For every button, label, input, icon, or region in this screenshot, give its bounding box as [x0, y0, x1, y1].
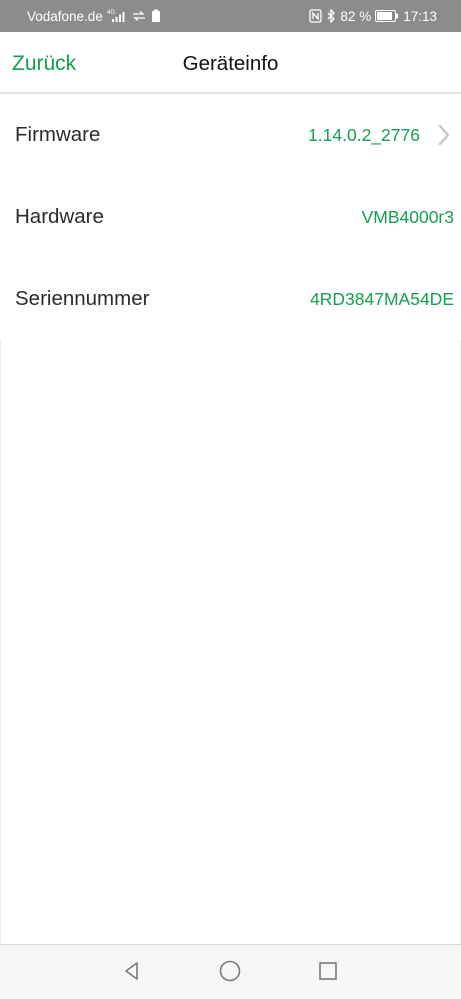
- nav-back-button[interactable]: [119, 958, 145, 984]
- hardware-row: Hardware VMB4000r3: [0, 176, 461, 258]
- clock: 17:13: [403, 8, 437, 24]
- status-left: Vodafone.de 4G: [27, 0, 161, 32]
- empty-content-area: [0, 340, 461, 944]
- chevron-right-icon: [438, 124, 450, 146]
- device-info-list: Firmware 1.14.0.2_2776 Hardware VMB4000r…: [0, 94, 461, 340]
- navigation-bar: [0, 944, 461, 999]
- carrier-name: Vodafone.de: [27, 8, 103, 24]
- hardware-label: Hardware: [15, 205, 104, 228]
- battery-icon: [375, 10, 399, 22]
- data-transfer-icon: [131, 10, 147, 22]
- status-bar: Vodafone.de 4G 82 % 17:13: [0, 0, 461, 32]
- nav-home-icon: [219, 960, 241, 982]
- nav-recents-icon: [319, 962, 337, 980]
- status-right: 82 % 17:13: [309, 0, 437, 32]
- nfc-icon: [309, 9, 323, 23]
- serial-number-row: Seriennummer 4RD3847MA54DE: [0, 258, 461, 340]
- battery-percent: 82 %: [340, 8, 372, 24]
- nav-back-icon: [125, 962, 138, 980]
- firmware-label: Firmware: [15, 123, 101, 146]
- bluetooth-icon: [326, 9, 336, 23]
- header: Zurück Geräteinfo: [0, 32, 461, 94]
- serial-number-label: Seriennummer: [15, 287, 150, 310]
- firmware-row[interactable]: Firmware 1.14.0.2_2776: [0, 94, 461, 176]
- serial-number-value: 4RD3847MA54DE: [310, 289, 454, 309]
- page-title: Geräteinfo: [182, 52, 279, 75]
- nav-home-button[interactable]: [217, 958, 243, 984]
- signal-icon: 4G: [107, 9, 127, 23]
- hardware-value: VMB4000r3: [361, 207, 454, 227]
- firmware-value: 1.14.0.2_2776: [308, 125, 420, 145]
- nav-recents-button[interactable]: [315, 958, 341, 984]
- sim-icon: [151, 9, 161, 23]
- svg-text:4G: 4G: [107, 10, 115, 16]
